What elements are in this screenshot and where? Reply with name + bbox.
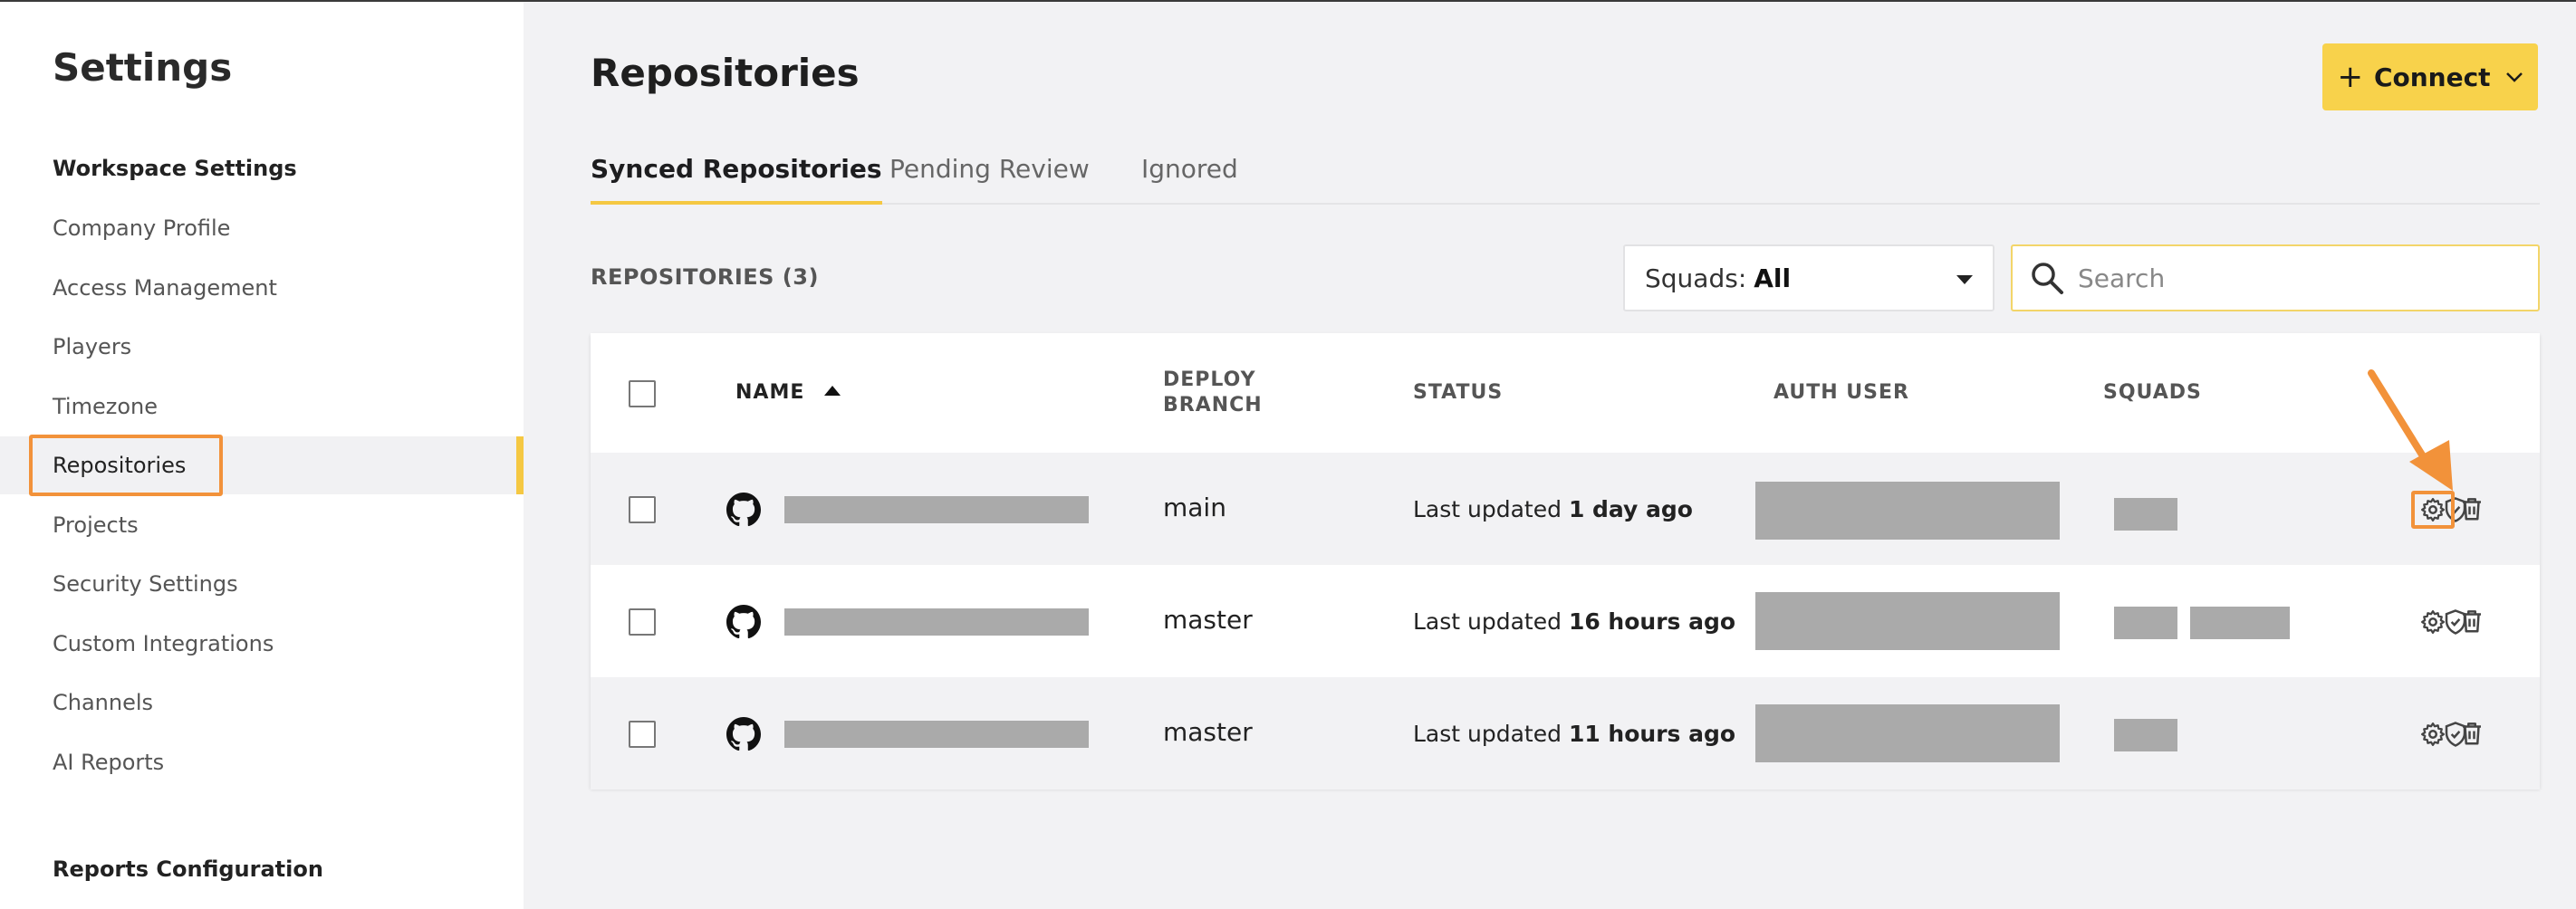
auth-user-redacted <box>1755 482 2060 540</box>
sort-ascending-icon <box>824 385 841 396</box>
squad-badge-redacted <box>2114 498 2177 531</box>
status-time: 11 hours ago <box>1568 721 1736 747</box>
tab-pending-review[interactable]: Pending Review <box>889 154 1090 205</box>
status-text: Last updated 11 hours ago <box>1413 721 1735 747</box>
repository-tabs: Synced Repositories Pending Review Ignor… <box>591 138 2540 205</box>
column-header-deploy-branch: DEPLOY BRANCH <box>1163 368 1263 418</box>
sidebar-item-label: Timezone <box>53 394 158 419</box>
sidebar-item-label: Custom Integrations <box>53 631 274 656</box>
sidebar-item-channels[interactable]: Channels <box>0 674 524 732</box>
sidebar-item-label: Channels <box>53 690 154 715</box>
gear-icon[interactable] <box>2419 721 2446 748</box>
status-text: Last updated 16 hours ago <box>1413 608 1735 635</box>
gear-icon[interactable] <box>2419 608 2446 636</box>
sidebar-item-timezone[interactable]: Timezone <box>0 378 524 435</box>
repository-name-redacted[interactable] <box>784 496 1089 523</box>
page-title: Repositories <box>591 51 860 95</box>
deploy-branch: master <box>1163 605 1253 635</box>
column-header-label: NAME <box>735 381 805 404</box>
status-time: 16 hours ago <box>1568 608 1736 635</box>
status-prefix: Last updated <box>1413 496 1562 522</box>
sidebar-section-workspace: Workspace Settings <box>53 156 297 181</box>
squad-badge-redacted <box>2114 719 2177 751</box>
sidebar-item-label: AI Reports <box>53 750 165 775</box>
sidebar-title: Settings <box>53 45 233 90</box>
sidebar-item-security-settings[interactable]: Security Settings <box>0 555 524 613</box>
status-prefix: Last updated <box>1413 608 1562 635</box>
trash-icon[interactable] <box>2458 608 2485 635</box>
auth-user-redacted <box>1755 592 2060 650</box>
trash-icon[interactable] <box>2458 720 2485 747</box>
column-header-squads: SQUADS <box>2103 381 2202 404</box>
table-row[interactable]: main Last updated 1 day ago <box>591 453 2540 565</box>
settings-sidebar: Settings Workspace Settings Company Prof… <box>0 2 524 909</box>
plus-icon: + <box>2337 59 2363 95</box>
sidebar-item-custom-integrations[interactable]: Custom Integrations <box>0 615 524 673</box>
gear-icon[interactable] <box>2419 496 2446 523</box>
column-header-name[interactable]: NAME <box>735 380 841 406</box>
squads-filter-dropdown[interactable]: Squads: All <box>1623 244 1994 311</box>
github-icon <box>726 717 761 751</box>
sidebar-item-company-profile[interactable]: Company Profile <box>0 199 524 257</box>
squads-filter-prefix: Squads: <box>1645 263 1747 293</box>
github-icon <box>726 605 761 639</box>
squad-badge-redacted <box>2114 607 2177 639</box>
row-checkbox[interactable] <box>629 496 656 523</box>
sidebar-item-ai-reports[interactable]: AI Reports <box>0 733 524 791</box>
sidebar-item-label: Access Management <box>53 275 277 301</box>
repositories-table: NAME DEPLOY BRANCH STATUS AUTH USER SQUA… <box>591 333 2540 789</box>
squad-badge-redacted <box>2190 607 2290 639</box>
trash-icon[interactable] <box>2458 495 2485 522</box>
sidebar-section-reports-configuration: Reports Configuration <box>53 856 323 882</box>
status-time: 1 day ago <box>1568 496 1693 522</box>
main-content: Repositories + Connect Synced Repositori… <box>524 2 2576 909</box>
connect-button-label: Connect <box>2373 62 2491 92</box>
repository-name-redacted[interactable] <box>784 608 1089 636</box>
chevron-down-icon <box>2505 72 2523 82</box>
github-icon <box>726 493 761 527</box>
column-header-label: DEPLOY <box>1163 368 1256 391</box>
caret-down-icon <box>1956 275 1973 284</box>
sidebar-item-access-management[interactable]: Access Management <box>0 259 524 317</box>
deploy-branch: master <box>1163 717 1253 747</box>
tab-synced-repositories[interactable]: Synced Repositories <box>591 154 882 205</box>
repository-count: REPOSITORIES (3) <box>591 264 819 290</box>
search-box <box>2011 244 2540 311</box>
sidebar-item-label: Company Profile <box>53 215 231 241</box>
status-prefix: Last updated <box>1413 721 1562 747</box>
sidebar-item-players[interactable]: Players <box>0 318 524 376</box>
repository-name-redacted[interactable] <box>784 721 1089 748</box>
tab-ignored[interactable]: Ignored <box>1141 154 1238 205</box>
select-all-checkbox[interactable] <box>629 380 656 407</box>
connect-button[interactable]: + Connect <box>2322 43 2538 110</box>
column-header-label: BRANCH <box>1163 394 1263 416</box>
row-checkbox[interactable] <box>629 608 656 636</box>
search-input[interactable] <box>2078 263 2513 293</box>
status-text: Last updated 1 day ago <box>1413 496 1693 522</box>
sidebar-item-repositories[interactable]: Repositories <box>0 435 524 496</box>
table-row[interactable]: master Last updated 16 hours ago <box>591 565 2540 677</box>
deploy-branch: main <box>1163 493 1226 522</box>
sidebar-item-label: Players <box>53 334 132 359</box>
sidebar-item-label: Repositories <box>53 453 187 478</box>
sidebar-item-projects[interactable]: Projects <box>0 496 524 554</box>
table-header: NAME DEPLOY BRANCH STATUS AUTH USER SQUA… <box>591 333 2540 453</box>
sidebar-item-label: Projects <box>53 512 139 538</box>
column-header-status: STATUS <box>1413 381 1504 404</box>
sidebar-item-label: Security Settings <box>53 571 238 597</box>
squads-filter-value: All <box>1754 263 1792 293</box>
auth-user-redacted <box>1755 704 2060 762</box>
table-row[interactable]: master Last updated 11 hours ago <box>591 677 2540 789</box>
search-icon <box>2032 263 2063 294</box>
column-header-auth-user: AUTH USER <box>1773 381 1909 404</box>
row-checkbox[interactable] <box>629 721 656 748</box>
annotation-arrow-icon <box>2368 369 2453 491</box>
